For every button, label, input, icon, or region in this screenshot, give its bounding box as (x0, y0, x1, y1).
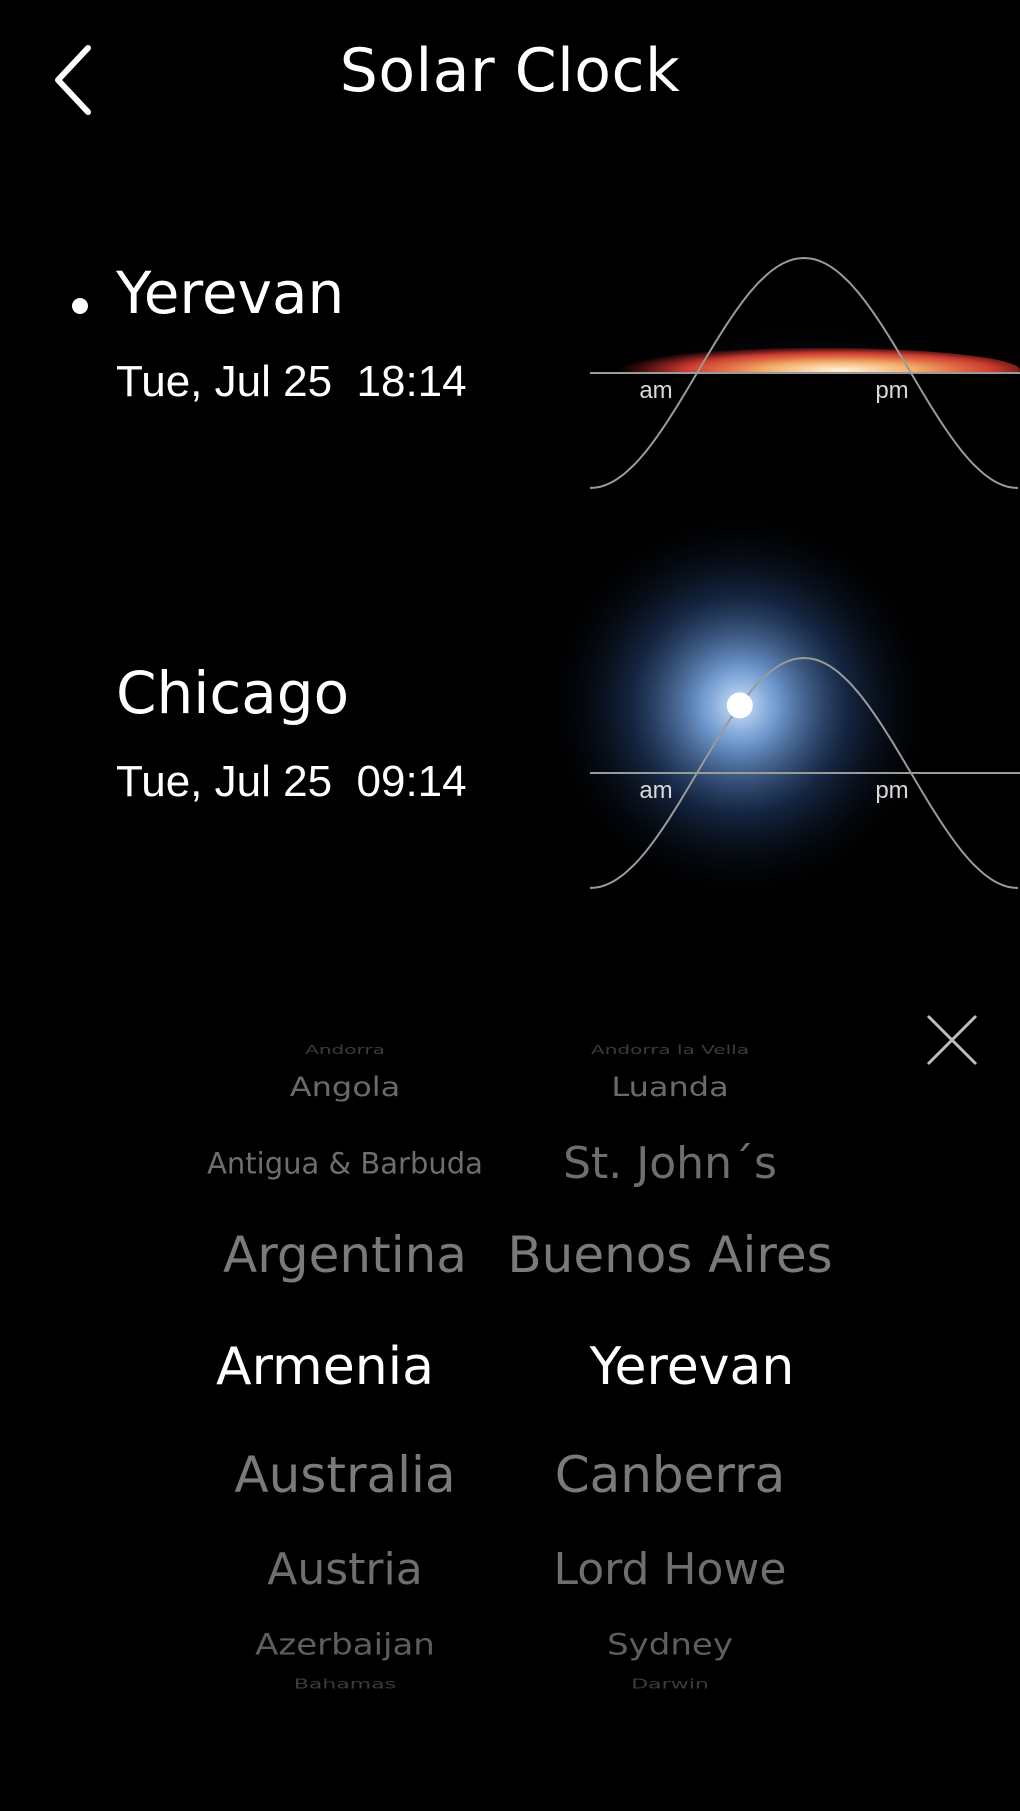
city-entry-chicago[interactable]: Chicago Tue, Jul 25 09:14 am pm (0, 505, 1020, 920)
sunset-band (620, 348, 1020, 373)
picker-row[interactable]: Australia Canberra (0, 1430, 1020, 1520)
city-entry-yerevan[interactable]: Yerevan Tue, Jul 25 18:14 am pm (0, 220, 1020, 520)
city-name: Chicago (116, 659, 350, 727)
picker-capital: Luanda (611, 1071, 729, 1103)
picker-country: Argentina (223, 1226, 467, 1284)
picker-capital: Canberra (554, 1446, 786, 1504)
page-title: Solar Clock (339, 36, 681, 106)
city-datetime: Tue, Jul 25 09:14 (116, 757, 467, 806)
picker-country: Bahamas (293, 1677, 397, 1693)
city-name: Yerevan (116, 259, 345, 327)
sun-marker (726, 692, 753, 719)
picker-country: Austria (267, 1544, 423, 1595)
picker-row[interactable]: Angola Luanda (0, 1052, 1020, 1122)
picker-country: Antigua & Barbuda (207, 1146, 483, 1181)
picker-row-selected[interactable]: Armenia Yerevan (0, 1317, 1020, 1417)
picker-country: Angola (289, 1071, 401, 1103)
pm-label: pm (875, 777, 908, 804)
picker-row[interactable]: Antigua & Barbuda St. John´s (0, 1124, 1020, 1204)
picker-row[interactable]: Austria Lord Howe (0, 1530, 1020, 1610)
selected-city-indicator (72, 298, 88, 314)
picker-row[interactable]: Argentina Buenos Aires (0, 1210, 1020, 1300)
picker-country: Armenia (216, 1337, 434, 1397)
solar-graph: am pm (585, 223, 1020, 489)
picker-capital: St. John´s (563, 1138, 777, 1189)
city-picker-wheel[interactable]: Andorra Andorra la Vella Angola Luanda A… (0, 1020, 1020, 1710)
picker-capital: Darwin (631, 1677, 709, 1693)
am-label: am (639, 777, 672, 804)
picker-capital: Lord Howe (553, 1544, 787, 1595)
city-datetime: Tue, Jul 25 18:14 (116, 357, 467, 406)
picker-country: Azerbaijan (255, 1628, 435, 1662)
picker-capital: Buenos Aires (507, 1226, 833, 1284)
picker-capital: Yerevan (589, 1337, 795, 1397)
picker-capital: Sydney (607, 1628, 733, 1662)
am-label: am (639, 377, 672, 404)
solar-graph: am pm (539, 505, 1020, 906)
picker-country: Australia (234, 1446, 456, 1504)
pm-label: pm (875, 377, 908, 404)
picker-row[interactable]: Bahamas Darwin (0, 1660, 1020, 1710)
